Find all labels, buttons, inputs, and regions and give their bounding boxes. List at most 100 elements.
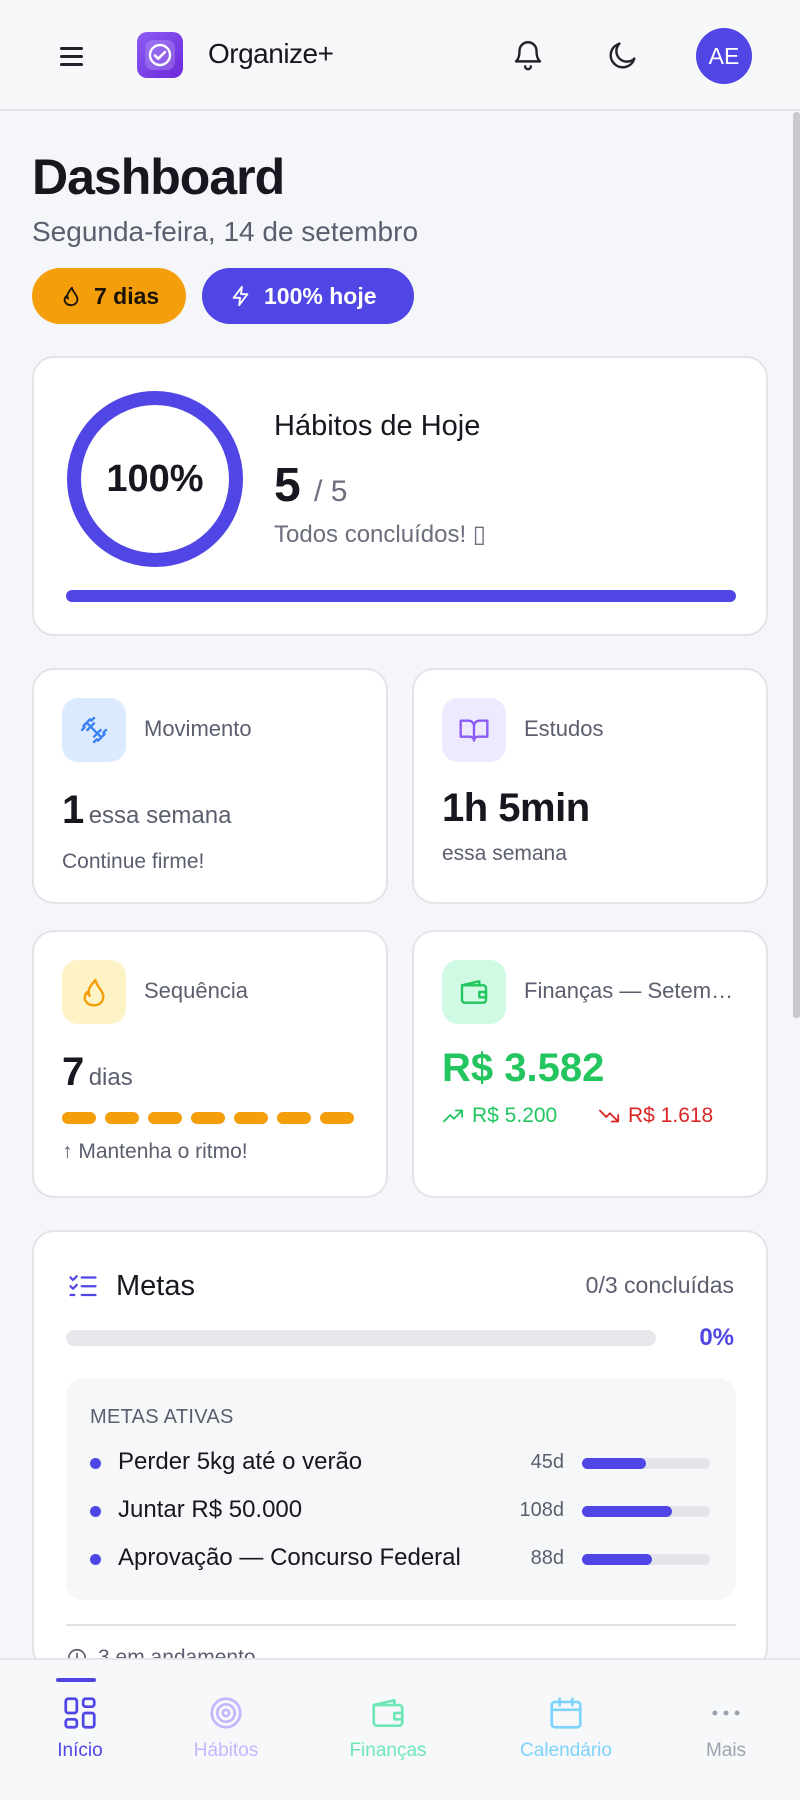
goal-item[interactable]: Aprovação — Concurso Federal 88d xyxy=(90,1544,712,1574)
logo-check-icon xyxy=(137,32,183,78)
progress-percent: 100% xyxy=(106,457,204,500)
top-bar: Organize+ AE xyxy=(0,0,800,111)
goal-days: 88d xyxy=(530,1547,564,1569)
goal-progress-track xyxy=(582,1506,710,1517)
today-habits-title: Hábitos de Hoje xyxy=(274,410,481,442)
movement-card[interactable]: Movimento 1 essa semana Continue firme! xyxy=(32,668,388,904)
goal-name: Juntar R$ 50.000 xyxy=(118,1496,303,1523)
goal-item[interactable]: Perder 5kg até o verão 45d xyxy=(90,1448,712,1478)
date-label: Segunda-feira, 14 de setembro xyxy=(32,216,419,247)
goals-title: Metas xyxy=(116,1270,195,1302)
bottom-nav: Início Hábitos Finanças Calendário Mais xyxy=(0,1658,800,1800)
moon-icon[interactable] xyxy=(606,38,640,72)
goals-progress-track xyxy=(66,1330,656,1346)
movement-unit: essa semana xyxy=(88,802,232,829)
studies-value: 1h 5min xyxy=(442,786,590,830)
active-goals-box: METAS ATIVAS Perder 5kg até o verão 45d … xyxy=(66,1378,736,1600)
finance-income: R$ 5.200 xyxy=(442,1104,557,1128)
finance-label: Finanças — Setem… xyxy=(524,978,734,1003)
goal-item[interactable]: Juntar R$ 50.000 108d xyxy=(90,1496,712,1526)
finance-expense: R$ 1.618 xyxy=(598,1104,713,1128)
streak-segment xyxy=(234,1112,268,1124)
nav-mais[interactable]: Mais xyxy=(646,1660,800,1800)
today-habits-card[interactable]: 100% Hábitos de Hoje 5 / 5 Todos concluí… xyxy=(32,356,768,636)
nav-financas[interactable]: Finanças xyxy=(308,1660,468,1800)
movement-note: Continue firme! xyxy=(62,850,205,873)
nav-habitos[interactable]: Hábitos xyxy=(146,1660,306,1800)
streak-note: ↑ Mantenha o ritmo! xyxy=(62,1140,248,1163)
goal-progress-fill xyxy=(582,1554,653,1565)
streak-badge: 7 dias xyxy=(32,268,186,324)
goal-progress-track xyxy=(582,1554,710,1565)
nav-label: Calendário xyxy=(520,1740,612,1761)
goal-days: 108d xyxy=(519,1499,565,1521)
studies-note: essa semana xyxy=(442,842,567,865)
app-title: Organize+ xyxy=(208,38,334,69)
nav-active-indicator xyxy=(56,1678,96,1682)
divider xyxy=(66,1624,736,1626)
streak-segment xyxy=(148,1112,182,1124)
bell-icon[interactable] xyxy=(511,38,545,72)
flame-icon xyxy=(62,960,126,1024)
habits-status: Todos concluídos! ▯ xyxy=(274,521,486,548)
target-icon xyxy=(210,1697,242,1729)
book-icon xyxy=(442,698,506,762)
avatar[interactable]: AE xyxy=(696,28,752,84)
goals-count: 0/3 concluídas xyxy=(585,1272,734,1298)
goal-progress-track xyxy=(582,1458,710,1469)
habits-total: / 5 xyxy=(314,475,348,508)
nav-inicio[interactable]: Início xyxy=(0,1660,160,1800)
finance-balance: R$ 3.582 xyxy=(442,1046,605,1090)
movement-value: 1 xyxy=(62,788,85,832)
today-badge: 100% hoje xyxy=(202,268,414,324)
habits-count: 5 / 5 xyxy=(274,458,347,513)
nav-label: Hábitos xyxy=(193,1740,259,1761)
movement-value-row: 1 essa semana xyxy=(62,788,231,833)
nav-label: Início xyxy=(57,1740,103,1761)
grid-icon xyxy=(64,1697,96,1729)
finance-card[interactable]: Finanças — Setem… R$ 3.582 R$ 5.200 R$ 1… xyxy=(412,930,768,1198)
goal-days: 45d xyxy=(530,1451,564,1473)
streak-segment xyxy=(105,1112,139,1124)
streak-card[interactable]: Sequência 7 dias ↑ Mantenha o ritmo! xyxy=(32,930,388,1198)
goals-card[interactable]: Metas 0/3 concluídas 0% METAS ATIVAS Per… xyxy=(32,1230,768,1670)
goals-percent: 0% xyxy=(699,1324,734,1351)
streak-value: 7 xyxy=(62,1050,85,1094)
goal-name: Perder 5kg até o verão xyxy=(118,1448,363,1475)
wallet-icon xyxy=(372,1698,404,1728)
streak-label: Sequência xyxy=(144,978,248,1003)
today-badge-label: 100% hoje xyxy=(264,282,377,309)
finance-expense-value: R$ 1.618 xyxy=(628,1104,714,1127)
studies-card[interactable]: Estudos 1h 5min essa semana xyxy=(412,668,768,904)
active-goals-header: METAS ATIVAS xyxy=(90,1406,234,1428)
streak-segment xyxy=(62,1112,96,1124)
streak-unit: dias xyxy=(88,1064,133,1091)
dumbbell-icon xyxy=(62,698,126,762)
goal-dot xyxy=(90,1458,101,1469)
nav-label: Mais xyxy=(705,1740,747,1761)
goal-dot xyxy=(90,1554,101,1565)
checklist-icon xyxy=(69,1275,97,1297)
scrollbar[interactable] xyxy=(793,112,800,1018)
menu-icon[interactable] xyxy=(58,42,86,70)
streak-segment xyxy=(191,1112,225,1124)
streak-value-row: 7 dias xyxy=(62,1050,133,1095)
habits-progress-bar xyxy=(66,590,736,602)
studies-label: Estudos xyxy=(524,716,604,741)
flame-icon xyxy=(63,286,79,307)
finance-income-value: R$ 5.200 xyxy=(472,1104,558,1127)
goal-progress-fill xyxy=(582,1506,672,1517)
trend-up-icon xyxy=(442,1109,464,1123)
goal-name: Aprovação — Concurso Federal xyxy=(118,1544,461,1571)
wallet-icon xyxy=(442,960,506,1024)
streak-segment xyxy=(277,1112,311,1124)
page-title: Dashboard xyxy=(32,149,285,205)
trend-down-icon xyxy=(598,1109,620,1123)
movement-label: Movimento xyxy=(144,716,252,741)
streak-segment xyxy=(320,1112,354,1124)
nav-calendario[interactable]: Calendário xyxy=(486,1660,646,1800)
lightning-icon xyxy=(232,285,249,307)
more-dots-icon xyxy=(712,1710,740,1716)
streak-badge-label: 7 dias xyxy=(94,282,160,309)
habits-done: 5 xyxy=(274,459,301,512)
